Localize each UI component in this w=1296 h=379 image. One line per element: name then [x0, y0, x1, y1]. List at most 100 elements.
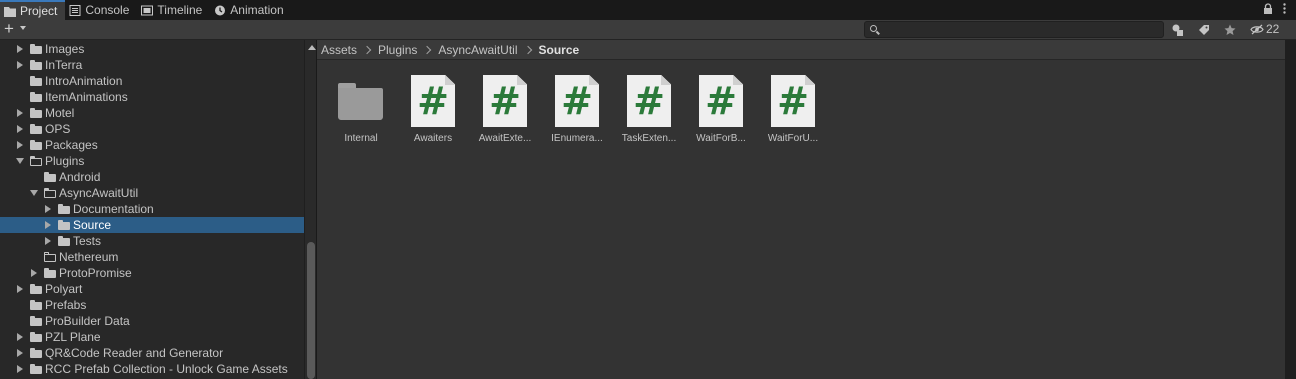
- collapsed-arrow-icon[interactable]: [45, 205, 51, 213]
- tab-project[interactable]: Project: [0, 0, 66, 20]
- collapsed-arrow-icon[interactable]: [17, 141, 23, 149]
- collapsed-arrow-icon[interactable]: [17, 285, 23, 293]
- animation-icon: [214, 5, 226, 16]
- script-asset[interactable]: # Awaiters: [397, 75, 469, 155]
- csharp-script-icon: #: [627, 75, 671, 127]
- tab-console[interactable]: Console: [65, 0, 137, 20]
- tree-item[interactable]: QR&Code Reader and Generator: [0, 345, 304, 361]
- tree-item[interactable]: AsyncAwaitUtil: [0, 185, 304, 201]
- tree-item-label: ItemAnimations: [45, 90, 128, 104]
- lock-icon[interactable]: [1263, 3, 1273, 17]
- script-asset[interactable]: # WaitForB...: [685, 75, 757, 155]
- tree-item-label: Images: [45, 42, 85, 56]
- tree-item[interactable]: IntroAnimation: [0, 73, 304, 89]
- scrollbar-thumb[interactable]: [307, 242, 315, 379]
- tab-project-label: Project: [20, 4, 58, 18]
- folder-icon: [30, 348, 42, 358]
- tab-animation[interactable]: Animation: [210, 0, 291, 20]
- tree-item[interactable]: Source: [0, 217, 304, 233]
- folder-icon: [30, 332, 42, 342]
- csharp-script-icon: #: [771, 75, 815, 127]
- collapsed-arrow-icon[interactable]: [17, 109, 23, 117]
- tab-animation-label: Animation: [230, 3, 284, 17]
- collapsed-arrow-icon[interactable]: [31, 269, 37, 277]
- folder-asset[interactable]: Internal: [325, 75, 397, 155]
- tree-item[interactable]: ProBuilder Data: [0, 313, 304, 329]
- favorites-button[interactable]: [1218, 21, 1242, 38]
- hidden-packages-toggle[interactable]: 22: [1250, 22, 1279, 36]
- script-hash-glyph: #: [633, 79, 665, 123]
- folder-tree: Images InTerra IntroAnimation ItemAnimation…: [0, 40, 304, 379]
- csharp-script-icon: #: [555, 75, 599, 127]
- tree-item-label: ProtoPromise: [59, 266, 132, 280]
- timeline-icon: [141, 5, 154, 16]
- script-asset[interactable]: # WaitForU...: [757, 75, 829, 155]
- script-hash-glyph: #: [561, 79, 593, 123]
- star-icon: [1224, 24, 1236, 35]
- chevron-down-icon[interactable]: [20, 26, 26, 30]
- collapsed-arrow-icon[interactable]: [17, 45, 23, 53]
- collapsed-arrow-icon[interactable]: [17, 125, 23, 133]
- tree-item[interactable]: InTerra: [0, 57, 304, 73]
- folder-icon: [44, 252, 56, 262]
- tree-item-label: AsyncAwaitUtil: [59, 186, 139, 200]
- more-options-icon[interactable]: [1283, 3, 1286, 17]
- scroll-up-icon[interactable]: [308, 45, 316, 50]
- collapsed-arrow-icon[interactable]: [45, 221, 51, 229]
- csharp-script-icon: #: [483, 75, 527, 127]
- tree-item-label: Documentation: [73, 202, 154, 216]
- script-asset[interactable]: # AwaitExte...: [469, 75, 541, 155]
- collapsed-arrow-icon[interactable]: [17, 365, 23, 373]
- tree-item[interactable]: Polyart: [0, 281, 304, 297]
- breadcrumb-item[interactable]: Plugins: [378, 43, 417, 57]
- tree-item[interactable]: OPS: [0, 121, 304, 137]
- tree-item[interactable]: RCC Prefab Collection - Unlock Game Asse…: [0, 361, 304, 377]
- tree-item[interactable]: Nethereum: [0, 249, 304, 265]
- tree-scrollbar[interactable]: [304, 40, 316, 379]
- collapsed-arrow-icon[interactable]: [17, 333, 23, 341]
- expanded-arrow-icon[interactable]: [16, 158, 24, 164]
- script-asset[interactable]: # TaskExten...: [613, 75, 685, 155]
- asset-label: IEnumera...: [551, 133, 603, 144]
- folder-icon: [58, 220, 70, 230]
- tree-item[interactable]: PZL Plane: [0, 329, 304, 345]
- search-by-type-button[interactable]: [1166, 21, 1190, 38]
- csharp-script-icon: #: [411, 75, 455, 127]
- collapsed-arrow-icon[interactable]: [17, 61, 23, 69]
- tree-item[interactable]: ProtoPromise: [0, 265, 304, 281]
- tree-item[interactable]: Plugins: [0, 153, 304, 169]
- tree-item[interactable]: Motel: [0, 105, 304, 121]
- create-button[interactable]: +: [4, 20, 14, 38]
- collapsed-arrow-icon[interactable]: [17, 349, 23, 357]
- tree-item[interactable]: Images: [0, 41, 304, 57]
- tree-item[interactable]: ItemAnimations: [0, 89, 304, 105]
- collapsed-arrow-icon[interactable]: [45, 237, 51, 245]
- breadcrumb-item[interactable]: Assets: [321, 43, 357, 57]
- tree-item[interactable]: Tests: [0, 233, 304, 249]
- tree-item-label: IntroAnimation: [45, 74, 123, 88]
- tree-item-label: Android: [59, 170, 101, 184]
- tree-item[interactable]: Documentation: [0, 201, 304, 217]
- script-asset[interactable]: # IEnumera...: [541, 75, 613, 155]
- tab-timeline[interactable]: Timeline: [137, 0, 210, 20]
- folder-icon: [30, 44, 42, 54]
- hidden-count-label: 22: [1266, 22, 1280, 36]
- folder-icon: [30, 300, 42, 310]
- search-input[interactable]: [864, 21, 1164, 38]
- open-folder-icon: [44, 188, 56, 198]
- breadcrumb-item[interactable]: AsyncAwaitUtil: [438, 43, 517, 57]
- breadcrumb-item[interactable]: Source: [539, 43, 580, 57]
- expanded-arrow-icon[interactable]: [30, 190, 38, 196]
- folder-icon: [58, 236, 70, 246]
- folder-icon: [4, 6, 16, 17]
- chevron-right-icon: [362, 45, 372, 54]
- project-toolbar: + 22: [0, 20, 1296, 40]
- tree-item[interactable]: Android: [0, 169, 304, 185]
- folder-icon: [30, 76, 42, 86]
- folder-icon: [30, 60, 42, 70]
- search-by-label-button[interactable]: [1192, 21, 1216, 38]
- tree-item[interactable]: Packages: [0, 137, 304, 153]
- tree-item[interactable]: Prefabs: [0, 297, 304, 313]
- asset-browser: Assets Plugins AsyncAwaitUtil Source Intern…: [317, 40, 1285, 379]
- type-filter-icon: [1172, 24, 1183, 36]
